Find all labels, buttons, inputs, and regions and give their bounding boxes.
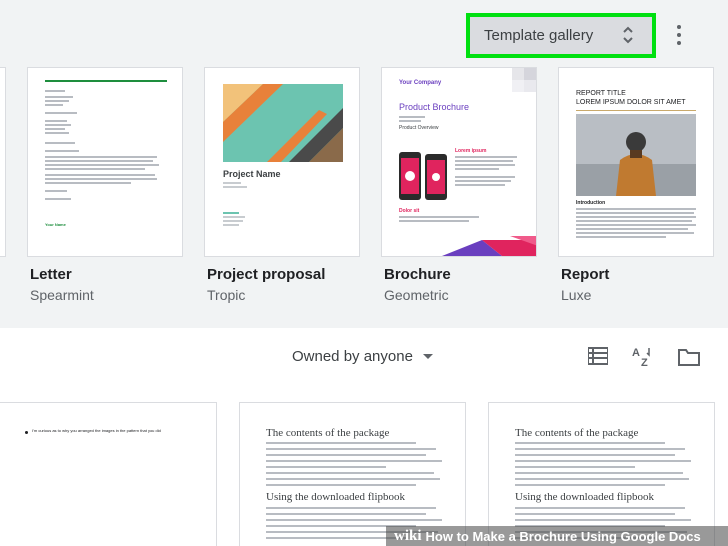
doc-section: Using the downloaded flipbook bbox=[266, 491, 406, 503]
template-card-letter[interactable]: Your Name bbox=[27, 67, 183, 257]
folder-icon[interactable] bbox=[678, 348, 700, 366]
doc-card-1[interactable]: I'm curious as to why you arranged the i… bbox=[0, 402, 217, 546]
doc-first-line: I'm curious as to why you arranged the i… bbox=[32, 428, 161, 433]
brochure-company: Your Company bbox=[399, 80, 442, 86]
brochure-heading: Product Brochure bbox=[399, 102, 470, 112]
template-style-letter: Spearmint bbox=[30, 287, 94, 303]
template-card-project-proposal[interactable]: Project Name bbox=[204, 67, 360, 257]
brochure-dolor-heading: Dolor sit bbox=[399, 208, 420, 214]
brochure-overview: Product Overview bbox=[399, 125, 439, 131]
doc-bullet bbox=[25, 431, 28, 434]
owned-by-label: Owned by anyone bbox=[292, 348, 413, 365]
geometric-corner-art bbox=[512, 68, 536, 92]
watermark-text: How to Make a Brochure Using Google Docs bbox=[425, 528, 701, 544]
svg-text:Z: Z bbox=[641, 357, 648, 368]
template-card-report[interactable]: REPORT TITLE LOREM IPSUM DOLOR SIT AMET … bbox=[558, 67, 714, 257]
brochure-phone-image bbox=[399, 152, 447, 200]
template-name-letter: Letter bbox=[30, 266, 72, 283]
template-style-report: Luxe bbox=[561, 287, 592, 303]
template-name-report: Report bbox=[561, 266, 610, 283]
doc-title: The contents of the package bbox=[266, 427, 390, 439]
report-photo bbox=[576, 114, 696, 196]
report-subtitle-text: LOREM IPSUM DOLOR SIT AMET bbox=[576, 99, 686, 106]
letter-footer-name: Your Name bbox=[45, 222, 66, 227]
sort-az-icon[interactable]: A Z bbox=[632, 346, 654, 368]
more-vert-icon[interactable] bbox=[672, 22, 686, 48]
watermark-banner: wiki How to Make a Brochure Using Google… bbox=[386, 526, 728, 546]
geometric-footer-art bbox=[442, 236, 536, 256]
template-name-brochure: Brochure bbox=[384, 266, 451, 283]
template-style-project-proposal: Tropic bbox=[207, 287, 246, 303]
template-gallery-label: Template gallery bbox=[484, 27, 594, 44]
unfold-icon bbox=[623, 26, 633, 44]
template-style-brochure: Geometric bbox=[384, 287, 449, 303]
brochure-lorem-heading: Lorem ipsum bbox=[455, 148, 487, 154]
tropic-header-art bbox=[223, 84, 343, 162]
list-view-icon[interactable] bbox=[588, 347, 608, 365]
report-title-text: REPORT TITLE bbox=[576, 90, 626, 97]
project-name-text: Project Name bbox=[223, 169, 281, 179]
report-intro: Introduction bbox=[576, 200, 606, 206]
template-gallery-button[interactable]: Template gallery bbox=[470, 17, 652, 54]
template-gallery-highlight: Template gallery bbox=[466, 13, 656, 58]
template-card-brochure[interactable]: Your Company Product Brochure Product Ov… bbox=[381, 67, 537, 257]
doc-card-3[interactable]: The contents of the package Using the do… bbox=[488, 402, 715, 546]
template-name-project-proposal: Project proposal bbox=[207, 266, 326, 283]
doc-card-2[interactable]: The contents of the package Using the do… bbox=[239, 402, 466, 546]
caret-down-icon bbox=[422, 354, 433, 359]
doc-title: The contents of the package bbox=[515, 427, 639, 439]
watermark-brand: wiki bbox=[394, 527, 422, 544]
owned-by-dropdown[interactable]: Owned by anyone bbox=[292, 348, 433, 365]
template-card-partial[interactable] bbox=[0, 67, 6, 257]
doc-section: Using the downloaded flipbook bbox=[515, 491, 655, 503]
svg-text:A: A bbox=[632, 347, 640, 359]
